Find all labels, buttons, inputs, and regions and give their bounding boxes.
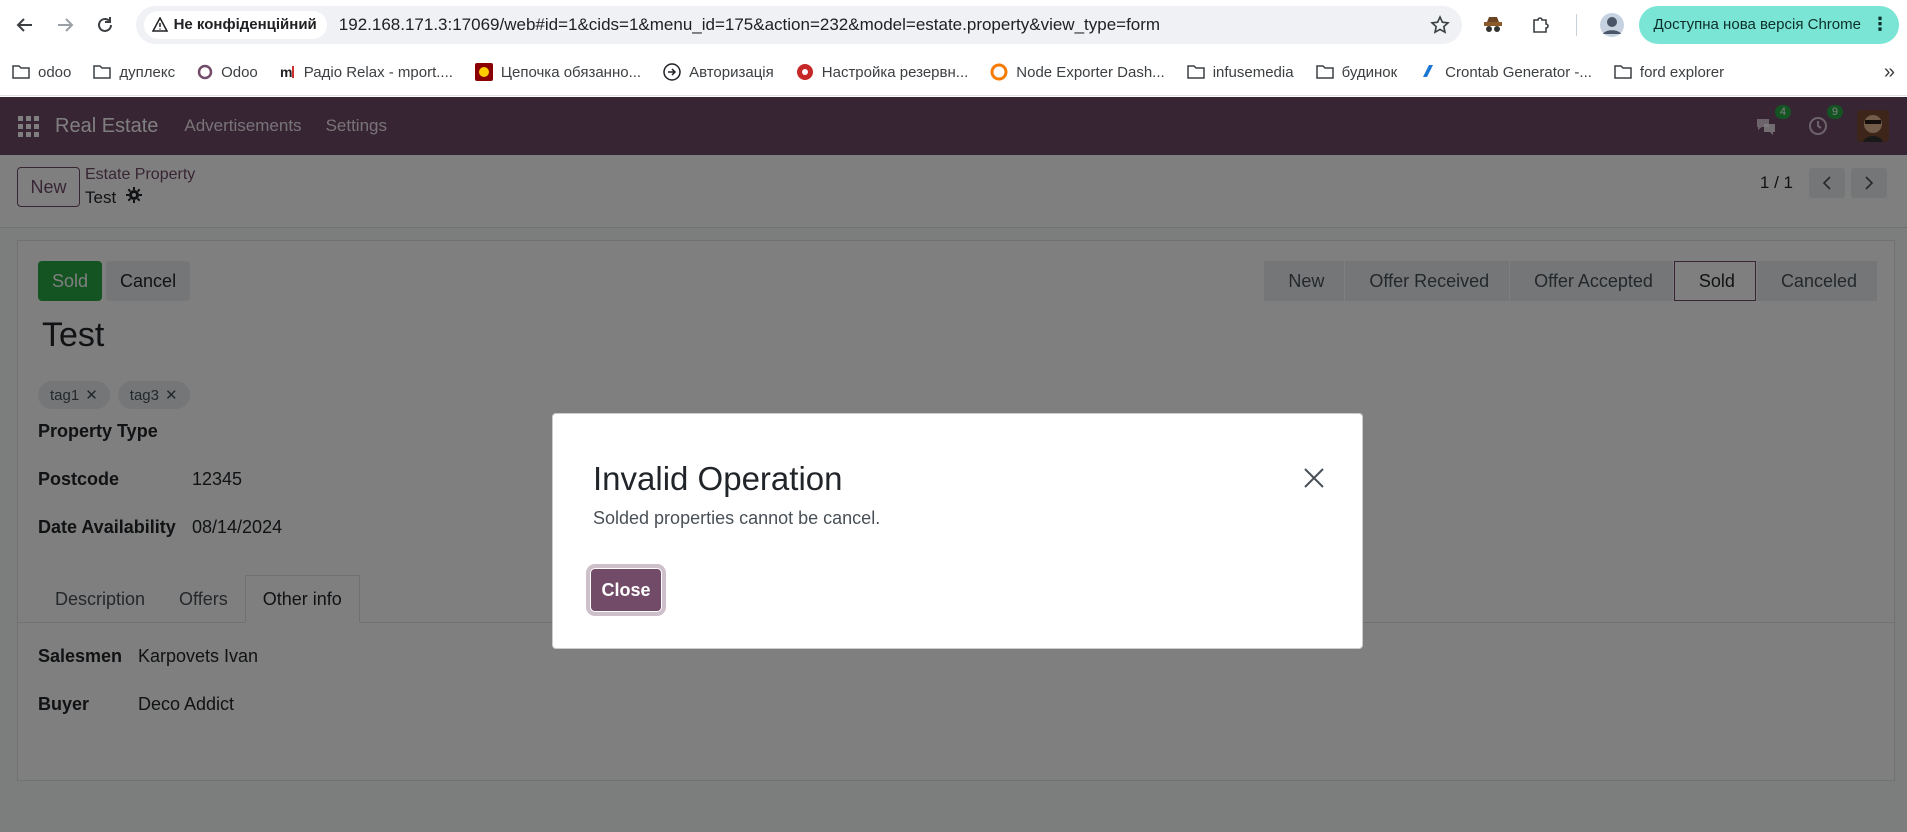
bookmark-label: Цепочка обязанно... xyxy=(500,63,642,81)
bookmark-item[interactable]: Node Exporter Dash... xyxy=(990,63,1165,81)
not-secure-chip[interactable]: Не конфіденційний xyxy=(143,10,327,39)
url-text[interactable]: 192.168.171.3:17069/web#id=1&cids=1&menu… xyxy=(339,15,1429,35)
update-label: Доступна нова версія Chrome xyxy=(1653,16,1861,33)
bookmark-label: Авторизація xyxy=(689,63,774,81)
bookmark-label: Odoo xyxy=(221,63,258,81)
folder-icon xyxy=(93,64,112,80)
bookmarks-bar: odoo дуплекс Odoo m Радіо Relax - mport..… xyxy=(0,49,1907,96)
bookmark-label: будинок xyxy=(1341,63,1398,81)
bookmark-item[interactable]: дуплекс xyxy=(93,64,175,81)
warning-icon xyxy=(151,16,168,32)
svg-text:m: m xyxy=(280,64,292,80)
bookmark-item[interactable]: Цепочка обязанно... xyxy=(474,63,642,81)
browser-toolbar: Не конфіденційний 192.168.171.3:17069/we… xyxy=(0,0,1907,49)
close-button[interactable]: Close xyxy=(590,568,662,612)
toolbar-separator xyxy=(1576,13,1578,36)
folder-icon xyxy=(1186,64,1205,80)
bookmark-label: Crontab Generator -... xyxy=(1445,63,1592,81)
odoo-icon xyxy=(197,64,213,80)
folder-icon xyxy=(1315,64,1334,80)
folder-icon xyxy=(12,64,30,80)
menu-dots-icon[interactable]: ⋮ xyxy=(1871,14,1889,35)
bookmark-item[interactable]: m Радіо Relax - mport.... xyxy=(280,64,453,81)
dialog-title: Invalid Operation xyxy=(593,460,843,497)
crontab-icon xyxy=(1419,63,1437,81)
backup-icon xyxy=(796,63,814,81)
extension-spy-icon[interactable] xyxy=(1480,12,1506,38)
error-dialog: Invalid Operation Solded properties cann… xyxy=(552,413,1363,649)
address-bar[interactable]: Не конфіденційний 192.168.171.3:17069/we… xyxy=(135,5,1463,44)
bookmark-label: Радіо Relax - mport.... xyxy=(303,63,453,81)
bookmark-label: Node Exporter Dash... xyxy=(1016,63,1165,81)
grafana-icon xyxy=(990,63,1008,81)
bookmark-item[interactable]: ford explorer xyxy=(1614,64,1724,81)
bookmark-label: дуплекс xyxy=(119,63,176,81)
extensions-puzzle-icon[interactable] xyxy=(1528,12,1554,38)
close-icon[interactable] xyxy=(1302,466,1326,490)
bookmark-item[interactable]: Odoo xyxy=(197,64,258,81)
bookmark-label: Настройка резервн... xyxy=(821,63,969,81)
bookmark-item[interactable]: odoo xyxy=(12,64,71,81)
login-icon xyxy=(663,63,681,81)
bookmark-item[interactable]: Авторизація xyxy=(663,63,774,81)
bookmark-item[interactable]: Crontab Generator -... xyxy=(1419,63,1592,81)
back-icon[interactable] xyxy=(8,8,42,42)
bookmark-item[interactable]: будинок xyxy=(1315,63,1398,81)
not-secure-label: Не конфіденційний xyxy=(173,16,317,33)
reload-icon[interactable] xyxy=(88,8,122,42)
chrome-update-button[interactable]: Доступна нова версія Chrome ⋮ xyxy=(1639,5,1899,44)
folder-icon xyxy=(1614,64,1632,80)
bookmark-label: infusemedia xyxy=(1212,63,1294,81)
bookmark-label: odoo xyxy=(38,63,72,81)
dialog-message: Solded properties cannot be cancel. xyxy=(593,508,881,528)
radio-icon: m xyxy=(280,64,296,80)
bookmark-star-icon[interactable] xyxy=(1428,14,1452,35)
bookmark-item[interactable]: Настройка резервн... xyxy=(796,63,969,81)
more-bookmarks-icon[interactable]: » xyxy=(1884,61,1895,84)
profile-avatar-icon[interactable] xyxy=(1599,12,1625,38)
bookmark-label: ford explorer xyxy=(1639,63,1725,81)
bookmark-item[interactable]: infusemedia xyxy=(1186,63,1294,81)
forward-icon[interactable] xyxy=(48,8,82,42)
site-icon xyxy=(474,63,493,81)
